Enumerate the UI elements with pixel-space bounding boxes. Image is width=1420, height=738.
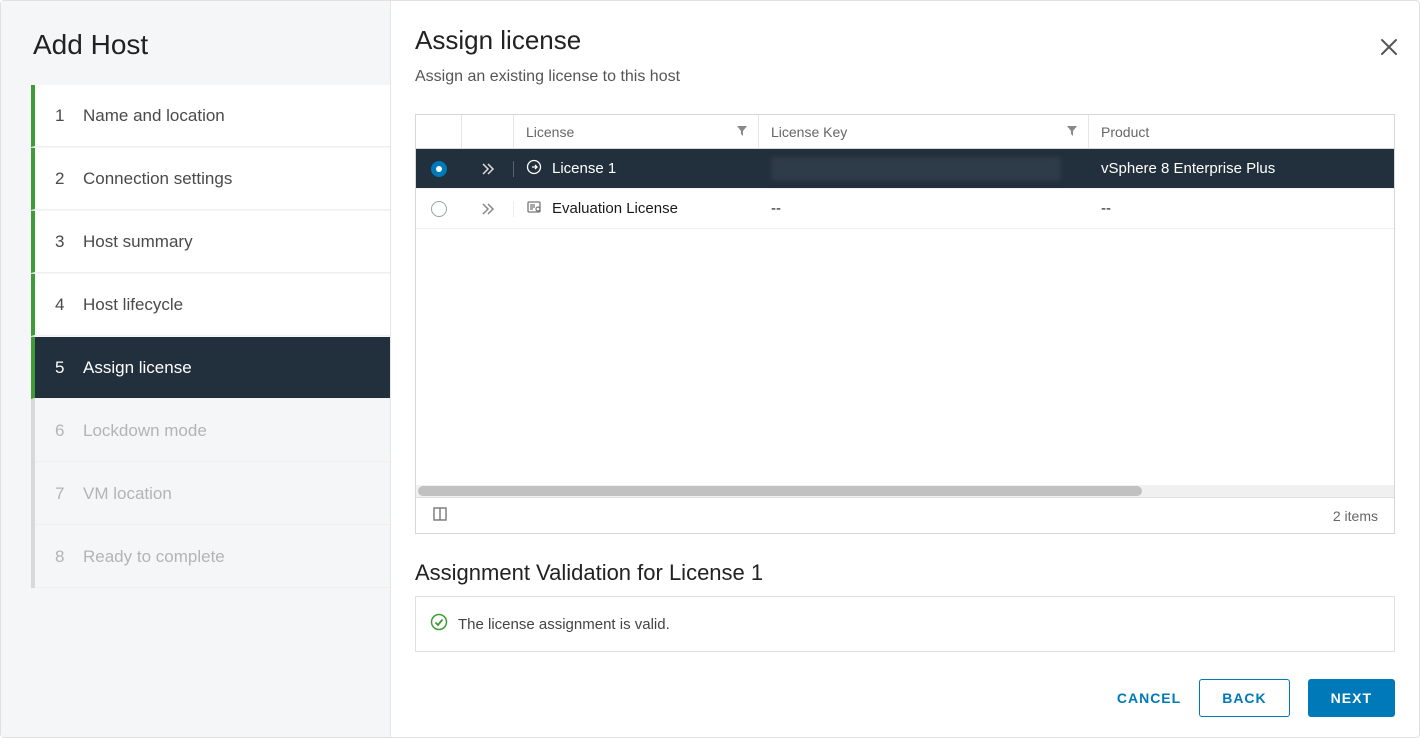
license-icon [526,159,542,179]
col-select [416,115,462,148]
table-row[interactable]: Evaluation License -- -- [416,189,1394,229]
step-assign-license[interactable]: 5 Assign license [31,337,390,399]
row-radio[interactable] [416,161,462,177]
step-label: Host lifecycle [83,295,183,315]
row-expand[interactable] [462,161,514,177]
step-number: 5 [55,358,75,378]
chevron-double-right-icon [480,201,496,217]
row-radio[interactable] [416,201,462,217]
next-button[interactable]: NEXT [1308,679,1395,717]
page-subtitle: Assign an existing license to this host [415,68,1395,86]
step-number: 3 [55,232,75,252]
step-number: 7 [55,484,75,504]
step-label: Lockdown mode [83,421,207,441]
table-header: License License Key Product [416,115,1394,149]
chevron-double-right-icon [480,161,496,177]
horizontal-scrollbar[interactable] [416,485,1394,497]
wizard-footer: CANCEL BACK NEXT [415,659,1395,717]
cancel-button[interactable]: CANCEL [1117,690,1181,706]
step-connection-settings[interactable]: 2 Connection settings [31,148,390,210]
wizard-title: Add Host [1,1,390,85]
wizard-sidebar: Add Host 1 Name and location 2 Connectio… [1,1,391,737]
validation-title: Assignment Validation for License 1 [415,560,1395,586]
license-product: vSphere 8 Enterprise Plus [1101,160,1275,177]
step-number: 4 [55,295,75,315]
row-expand[interactable] [462,201,514,217]
step-number: 6 [55,421,75,441]
step-label: Assign license [83,358,192,378]
page-title: Assign license [415,25,1395,56]
step-label: Connection settings [83,169,232,189]
check-circle-icon [430,613,448,635]
step-host-lifecycle[interactable]: 4 Host lifecycle [31,274,390,336]
filter-icon[interactable] [1066,124,1078,140]
col-license[interactable]: License [514,115,759,148]
step-label: Ready to complete [83,547,225,567]
col-product-label: Product [1101,124,1149,140]
close-icon [1379,37,1399,57]
wizard-steps: 1 Name and location 2 Connection setting… [31,85,390,588]
validation-message: The license assignment is valid. [458,616,670,633]
back-button[interactable]: BACK [1199,679,1289,717]
license-product: -- [1101,200,1111,217]
col-license-label: License [526,124,574,140]
step-name-location[interactable]: 1 Name and location [31,85,390,147]
table-body: License 1 vSphere 8 Enterprise Plus [416,149,1394,229]
step-host-summary[interactable]: 3 Host summary [31,211,390,273]
col-expand [462,115,514,148]
table-footer: 2 items [416,497,1394,533]
close-button[interactable] [1379,37,1399,62]
step-lockdown-mode: 6 Lockdown mode [35,400,390,462]
step-label: VM location [83,484,172,504]
step-label: Name and location [83,106,225,126]
item-count: 2 items [1333,508,1378,524]
col-product[interactable]: Product [1089,124,1394,140]
columns-toggle-icon[interactable] [432,506,448,525]
main-panel: Assign license Assign an existing licens… [391,1,1419,737]
step-number: 1 [55,106,75,126]
license-key-redacted [771,157,1061,181]
evaluation-icon [526,199,542,219]
license-name: Evaluation License [552,200,678,217]
license-name: License 1 [552,160,616,177]
license-table: License License Key Product [415,114,1395,534]
step-number: 8 [55,547,75,567]
col-key-label: License Key [771,124,847,140]
table-empty-area [416,229,1394,485]
license-key: -- [771,200,781,217]
validation-box: The license assignment is valid. [415,596,1395,652]
step-number: 2 [55,169,75,189]
table-row[interactable]: License 1 vSphere 8 Enterprise Plus [416,149,1394,189]
col-license-key[interactable]: License Key [759,115,1089,148]
filter-icon[interactable] [736,124,748,140]
step-vm-location: 7 VM location [35,463,390,525]
step-ready-to-complete: 8 Ready to complete [35,526,390,588]
step-label: Host summary [83,232,193,252]
